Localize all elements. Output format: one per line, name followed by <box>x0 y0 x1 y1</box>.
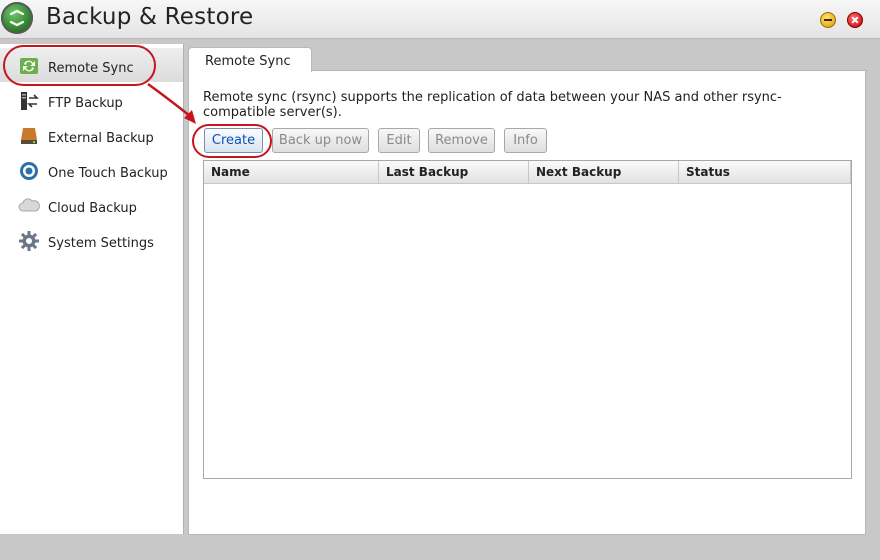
close-icon[interactable] <box>847 12 863 28</box>
external-drive-icon <box>18 125 40 147</box>
sidebar-item-system-settings[interactable]: System Settings <box>0 223 183 257</box>
sidebar-item-label: One Touch Backup <box>48 166 168 181</box>
sidebar-item-label: Cloud Backup <box>48 201 137 216</box>
description-text: Remote sync (rsync) supports the replica… <box>203 90 782 120</box>
column-header-next-backup[interactable]: Next Backup <box>529 161 679 183</box>
annotation-arrow <box>147 82 196 124</box>
column-header-last-backup[interactable]: Last Backup <box>379 161 529 183</box>
sidebar-item-one-touch-backup[interactable]: One Touch Backup <box>0 153 183 187</box>
column-header-name[interactable]: Name <box>204 161 379 183</box>
sidebar-item-label: System Settings <box>48 236 154 251</box>
one-touch-icon <box>18 160 40 182</box>
column-header-status[interactable]: Status <box>679 161 851 183</box>
tab-remote-sync[interactable]: Remote Sync <box>188 47 312 72</box>
sync-table: Name Last Backup Next Backup Status <box>203 160 852 479</box>
back-up-now-button[interactable]: Back up now <box>272 128 369 153</box>
sidebar-item-label: External Backup <box>48 131 154 146</box>
info-button[interactable]: Info <box>504 128 547 153</box>
window-title: Backup & Restore <box>46 4 254 30</box>
tab-label: Remote Sync <box>205 54 291 69</box>
highlight-circle <box>3 45 156 86</box>
sidebar-item-label: FTP Backup <box>48 96 123 111</box>
title-bar: Backup & Restore <box>0 0 880 39</box>
sidebar-item-cloud-backup[interactable]: Cloud Backup <box>0 188 183 222</box>
backup-restore-icon <box>1 2 33 34</box>
remove-button[interactable]: Remove <box>428 128 495 153</box>
gear-icon <box>18 230 40 252</box>
ftp-backup-icon <box>18 90 40 112</box>
edit-button[interactable]: Edit <box>378 128 420 153</box>
table-header: Name Last Backup Next Backup Status <box>204 161 851 184</box>
minimize-icon[interactable] <box>820 12 836 28</box>
cloud-icon <box>18 195 40 217</box>
